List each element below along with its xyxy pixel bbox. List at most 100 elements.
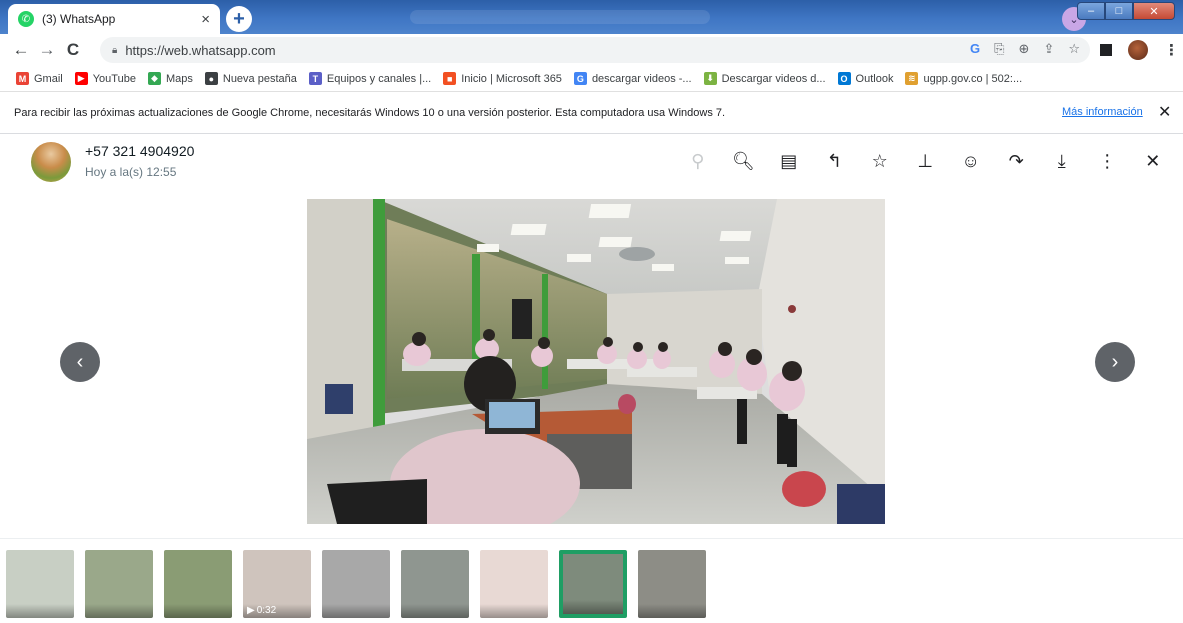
thumbnail-shade	[6, 604, 74, 618]
address-bar[interactable]: 🔒︎ https://web.whatsapp.com G ⎘ ⊕ ⇪ ☆	[100, 37, 1090, 63]
bookmark-label: Maps	[165, 72, 193, 85]
bookmark-label: Inicio | Microsoft 365	[461, 72, 562, 85]
ugpp-icon: ≋	[905, 72, 919, 85]
star-icon[interactable]: ☆	[857, 148, 903, 174]
thumbnail-shade	[480, 604, 548, 618]
share-icon[interactable]: ⇪	[1043, 41, 1054, 57]
bookmark-label: YouTube	[92, 72, 136, 85]
previous-media-button[interactable]: ‹	[60, 342, 100, 382]
back-button[interactable]: ←	[8, 40, 34, 60]
tab-whatsapp[interactable]: ✆ (3) WhatsApp ×	[8, 4, 220, 34]
image-thumbnail[interactable]	[559, 550, 627, 618]
browser-toolbar: ← → C 🔒︎ https://web.whatsapp.com G ⎘ ⊕ …	[0, 34, 1183, 66]
bookmark-star-icon[interactable]: ☆	[1068, 41, 1080, 57]
classroom-photo	[307, 199, 885, 524]
bookmark-item[interactable]: M Gmail	[16, 72, 63, 85]
infobar-message: Para recibir las próximas actualizacione…	[14, 106, 726, 119]
install-app-icon[interactable]: ⎘	[994, 41, 1004, 57]
browser-tab-strip: ✆ (3) WhatsApp × + ⌄ – □ ✕	[0, 0, 1183, 34]
bookmarks-bar: M Gmail ▶ YouTube ◆ Maps ● Nueva pestaña T Equipo…	[0, 66, 1183, 92]
reload-button[interactable]: C	[60, 40, 86, 60]
contact-avatar[interactable]	[31, 142, 71, 182]
blurred-window-title	[410, 10, 710, 24]
bookmark-label: Outlook	[855, 72, 894, 85]
thumbnail-shade	[85, 604, 153, 618]
zoom-out-icon[interactable]: ⚲	[675, 148, 721, 174]
image-thumbnail[interactable]	[85, 550, 153, 618]
infobar-close-icon[interactable]: ✕	[1158, 102, 1171, 122]
zoom-icon[interactable]: ⊕	[1019, 41, 1030, 57]
maximize-button[interactable]: □	[1105, 2, 1133, 20]
tab-close-icon[interactable]: ×	[201, 11, 210, 28]
outlook-icon: O	[837, 72, 851, 85]
omnibox-icons: G ⎘ ⊕ ⇪ ☆	[970, 41, 1080, 57]
bookmark-label: Equipos y canales |...	[326, 72, 432, 85]
lock-icon[interactable]: 🔒︎	[112, 45, 117, 56]
tab-title: (3) WhatsApp	[42, 12, 116, 26]
video-duration-text: 0:32	[256, 605, 277, 616]
image-thumbnail[interactable]	[322, 550, 390, 618]
image-thumbnail[interactable]	[6, 550, 74, 618]
bookmark-label: Gmail	[34, 72, 63, 85]
download-arrow-icon: ⬇	[703, 72, 717, 85]
bookmark-label: Nueva pestaña	[222, 72, 297, 85]
bookmark-item[interactable]: ▶ YouTube	[74, 72, 136, 85]
chrome-menu-icon[interactable]: ⋮	[1164, 41, 1179, 59]
video-camera-icon: ▶	[247, 605, 255, 616]
zoom-in-icon[interactable]: 🔍︎	[721, 148, 767, 174]
forward-button[interactable]: →	[34, 40, 60, 60]
bookmark-label: Descargar videos d...	[721, 72, 826, 85]
bookmark-item[interactable]: O Outlook	[837, 72, 894, 85]
bookmark-label: descargar videos -...	[591, 72, 692, 85]
microsoft-icon: ■	[443, 72, 457, 85]
minimize-button[interactable]: –	[1077, 2, 1105, 20]
next-media-button[interactable]: ›	[1095, 342, 1135, 382]
reply-icon[interactable]: ↰	[812, 148, 858, 174]
side-panel-icon[interactable]	[1100, 44, 1112, 56]
media-image[interactable]	[307, 199, 885, 524]
bookmark-item[interactable]: ■ Inicio | Microsoft 365	[443, 72, 562, 85]
window-controls: – □ ✕	[1077, 2, 1175, 20]
bookmark-item[interactable]: ⬇ Descargar videos d...	[703, 72, 826, 85]
new-tab-button[interactable]: +	[226, 6, 252, 32]
bookmark-item[interactable]: ● Nueva pestaña	[204, 72, 297, 85]
thumbnail-shade	[638, 604, 706, 618]
thumbnail-shade	[322, 604, 390, 618]
update-infobar: Para recibir las próximas actualizacione…	[0, 92, 1183, 134]
image-thumbnail[interactable]	[638, 550, 706, 618]
maps-icon: ◆	[147, 72, 161, 85]
menu-icon[interactable]: ⋮	[1085, 148, 1131, 174]
whatsapp-icon: ✆	[18, 11, 34, 27]
bookmark-item[interactable]: T Equipos y canales |...	[308, 72, 432, 85]
download-icon[interactable]: ⤓	[1039, 148, 1085, 174]
window-close-button[interactable]: ✕	[1133, 2, 1175, 20]
image-thumbnail[interactable]	[480, 550, 548, 618]
youtube-icon: ▶	[74, 72, 88, 85]
video-duration: ▶ 0:32	[247, 605, 276, 616]
more-info-link[interactable]: Más información	[1062, 106, 1143, 118]
thumbnail-shade	[164, 604, 232, 618]
close-icon[interactable]: ✕	[1130, 148, 1176, 174]
media-viewer-header: +57 321 4904920 Hoy a la(s) 12:55 ⚲ 🔍︎ ▤ ↰ ☆…	[0, 134, 1183, 194]
profile-avatar[interactable]	[1128, 40, 1148, 60]
bookmark-item[interactable]: ≋ ugpp.gov.co | 502:...	[905, 72, 1022, 85]
image-thumbnail[interactable]	[164, 550, 232, 618]
image-thumbnail[interactable]	[401, 550, 469, 618]
forward-icon[interactable]: ↷	[994, 148, 1040, 174]
emoji-icon[interactable]: ☺	[948, 148, 994, 174]
contact-name[interactable]: +57 321 4904920	[85, 143, 194, 159]
bookmark-item[interactable]: Gdescargar videos -...	[573, 72, 692, 85]
message-icon[interactable]: ▤	[766, 148, 812, 174]
gmail-icon: M	[16, 72, 29, 85]
viewer-action-bar: ⚲ 🔍︎ ▤ ↰ ☆ ⊥ ☺ ↷ ⤓ ⋮ ✕	[675, 148, 1176, 174]
message-timestamp: Hoy a la(s) 12:55	[85, 165, 177, 179]
thumbnail-shade	[563, 600, 623, 614]
toolbar-right: ⋮	[1100, 40, 1179, 60]
teams-icon: T	[308, 72, 322, 85]
globe-icon: ●	[204, 72, 218, 85]
video-thumbnail[interactable]: ▶ 0:32	[243, 550, 311, 618]
google-translate-icon[interactable]: G	[970, 41, 980, 57]
bookmark-item[interactable]: ◆ Maps	[147, 72, 193, 85]
pin-icon[interactable]: ⊥	[903, 148, 949, 174]
bookmark-label: ugpp.gov.co | 502:...	[923, 72, 1023, 85]
